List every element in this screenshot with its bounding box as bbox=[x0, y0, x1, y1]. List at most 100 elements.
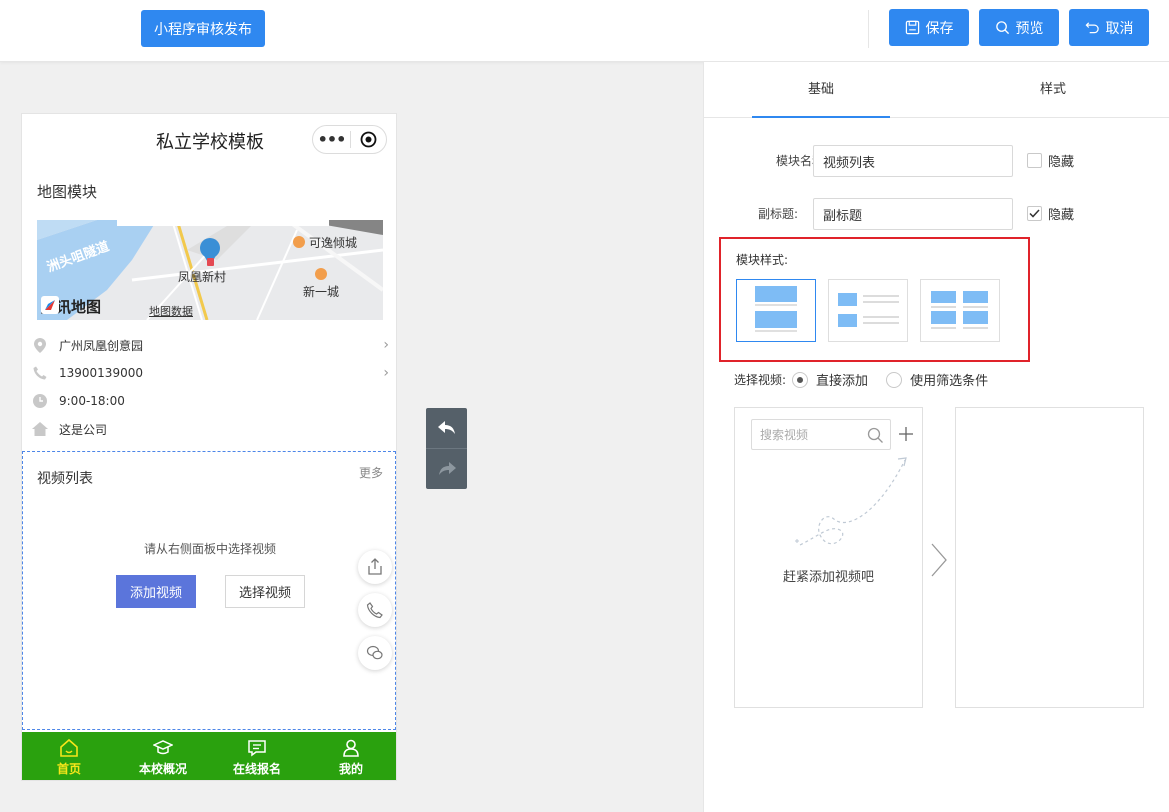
publish-review-label: 小程序审核发布 bbox=[154, 21, 252, 38]
tab-school-overview[interactable]: 本校概况 bbox=[116, 732, 210, 780]
share-float-button[interactable] bbox=[358, 550, 392, 584]
home-icon bbox=[60, 738, 78, 757]
info-company-text: 这是公司 bbox=[59, 422, 108, 437]
wechat-icon bbox=[366, 645, 383, 660]
phone-icon bbox=[366, 602, 383, 619]
video-source-radio-group: 选择视频: 直接添加 使用筛选条件 bbox=[734, 370, 988, 389]
info-row-address[interactable]: 广州凤凰创意园 › bbox=[31, 331, 389, 359]
save-icon bbox=[905, 20, 919, 35]
empty-state-text: 赶紧添加视频吧 bbox=[782, 570, 874, 585]
tab-mine[interactable]: 我的 bbox=[304, 732, 396, 780]
add-video-button[interactable]: 添加视频 bbox=[116, 575, 196, 608]
checkmark-icon bbox=[1029, 209, 1040, 218]
hide-name-label: 隐藏 bbox=[1048, 155, 1075, 170]
radio-direct-add[interactable] bbox=[792, 371, 809, 388]
chevron-right-icon: › bbox=[383, 337, 389, 353]
save-button[interactable]: 保存 bbox=[889, 9, 969, 46]
hide-subtitle-label: 隐藏 bbox=[1048, 208, 1075, 223]
top-toolbar: 小程序审核发布 保存 预览 取消 bbox=[0, 0, 1169, 62]
tab-mine-label: 我的 bbox=[338, 762, 363, 776]
map-view[interactable]: 洲头咀隧道 凤凰新村 可逸倾城 新一城 腾讯地图 地图数据 bbox=[37, 220, 383, 320]
select-video-button[interactable]: 选择视频 bbox=[225, 575, 305, 608]
undo-icon bbox=[1085, 22, 1099, 34]
video-list-title: 视频列表 bbox=[37, 471, 93, 487]
style-option-large[interactable] bbox=[736, 279, 816, 342]
search-icon[interactable] bbox=[867, 427, 884, 444]
miniprogram-capsule: ••• bbox=[312, 125, 387, 154]
preview-button[interactable]: 预览 bbox=[979, 9, 1059, 46]
save-label: 保存 bbox=[925, 20, 954, 37]
style-option-grid[interactable] bbox=[920, 279, 1000, 342]
cancel-button[interactable]: 取消 bbox=[1069, 9, 1149, 46]
chevron-right-icon: › bbox=[383, 365, 389, 381]
plus-icon bbox=[899, 427, 913, 441]
map-label-village: 凤凰新村 bbox=[178, 270, 227, 284]
radio-filter-condition-label[interactable]: 使用筛选条件 bbox=[910, 370, 988, 389]
info-row-company: 这是公司 bbox=[31, 415, 389, 443]
video-source-list: 搜索视频 赶紧添加视频吧 bbox=[734, 407, 923, 708]
location-icon bbox=[31, 336, 49, 354]
add-video-plus-button[interactable] bbox=[895, 420, 917, 448]
selected-video-list bbox=[955, 407, 1144, 708]
grid-layout-icon bbox=[931, 291, 988, 329]
undo-arrow-icon bbox=[437, 421, 455, 434]
video-list-module[interactable]: 视频列表 更多 请从右侧面板中选择视频 添加视频 选择视频 bbox=[22, 451, 396, 730]
publish-review-button[interactable]: 小程序审核发布 bbox=[141, 10, 265, 47]
cancel-label: 取消 bbox=[1105, 20, 1134, 37]
graduation-cap-icon bbox=[153, 740, 173, 755]
radio-direct-add-label[interactable]: 直接添加 bbox=[816, 370, 868, 389]
video-search-input[interactable]: 搜索视频 bbox=[751, 419, 891, 450]
tab-school-overview-label: 本校概况 bbox=[138, 762, 187, 776]
redo-arrow-icon bbox=[438, 462, 456, 475]
checkbox-box bbox=[1027, 153, 1042, 168]
map-data-link[interactable]: 地图数据 bbox=[149, 303, 193, 319]
hide-subtitle-checkbox[interactable]: 隐藏 bbox=[1027, 204, 1074, 223]
tab-online-signup[interactable]: 在线报名 bbox=[210, 732, 304, 780]
map-label-poi2: 新一城 bbox=[303, 285, 340, 299]
home-icon bbox=[31, 420, 49, 438]
info-row-hours: 9:00-18:00 bbox=[31, 387, 389, 415]
empty-state-illustration bbox=[795, 457, 907, 546]
module-style-label: 模块样式: bbox=[736, 253, 789, 267]
phone-preview: 私立学校模板 ••• 地图模块 洲头咀隧道 凤凰新村 可逸倾城 新一城 腾讯地图… bbox=[21, 113, 397, 781]
search-placeholder: 搜索视频 bbox=[760, 428, 809, 442]
hide-name-checkbox[interactable]: 隐藏 bbox=[1027, 151, 1074, 170]
clock-icon bbox=[31, 392, 49, 410]
style-option-list[interactable] bbox=[828, 279, 908, 342]
map-label-poi1: 可逸倾城 bbox=[309, 236, 358, 250]
phone-icon bbox=[31, 364, 49, 382]
large-list-layout-icon bbox=[755, 286, 797, 332]
info-row-phone[interactable]: 13900139000 › bbox=[31, 359, 389, 387]
more-dots-icon: ••• bbox=[317, 129, 347, 149]
wechat-float-button[interactable] bbox=[358, 636, 392, 670]
more-link[interactable]: 更多 bbox=[359, 464, 383, 481]
radio-filter-condition[interactable] bbox=[886, 371, 903, 388]
call-float-button[interactable] bbox=[358, 593, 392, 627]
tab-style[interactable]: 样式 bbox=[984, 62, 1122, 118]
info-hours-text: 9:00-18:00 bbox=[59, 394, 125, 408]
preview-label: 预览 bbox=[1015, 20, 1044, 37]
bottom-tabbar: 首页 本校概况 在线报名 我的 bbox=[22, 732, 396, 780]
module-name-input[interactable]: 视频列表 bbox=[813, 145, 1013, 177]
small-list-layout-icon bbox=[838, 293, 899, 327]
redo-button[interactable] bbox=[426, 449, 467, 489]
map-brand: 腾讯地图 bbox=[41, 296, 101, 317]
search-icon bbox=[995, 21, 1009, 35]
chevron-right-icon bbox=[931, 543, 947, 577]
tab-home-label: 首页 bbox=[56, 762, 81, 776]
undo-button[interactable] bbox=[426, 408, 467, 448]
tab-basic[interactable]: 基础 bbox=[752, 62, 890, 118]
checkbox-checked-box bbox=[1027, 206, 1042, 221]
subtitle-input[interactable]: 副标题 bbox=[813, 198, 1013, 230]
message-icon bbox=[248, 740, 266, 757]
tab-online-signup-label: 在线报名 bbox=[232, 762, 281, 776]
user-icon bbox=[343, 739, 359, 757]
info-address-text: 广州凤凰创意园 bbox=[59, 338, 144, 353]
share-icon bbox=[368, 558, 382, 575]
history-controls bbox=[426, 408, 467, 489]
tab-home[interactable]: 首页 bbox=[22, 732, 116, 780]
subtitle-label: 副标题: bbox=[757, 207, 798, 221]
settings-panel: 基础 样式 模块名称: 视频列表 隐藏 副标题: 副标题 隐藏 模块样式: 选择… bbox=[703, 62, 1169, 812]
radio-selected-dot bbox=[797, 376, 804, 383]
toolbar-divider bbox=[868, 10, 869, 48]
